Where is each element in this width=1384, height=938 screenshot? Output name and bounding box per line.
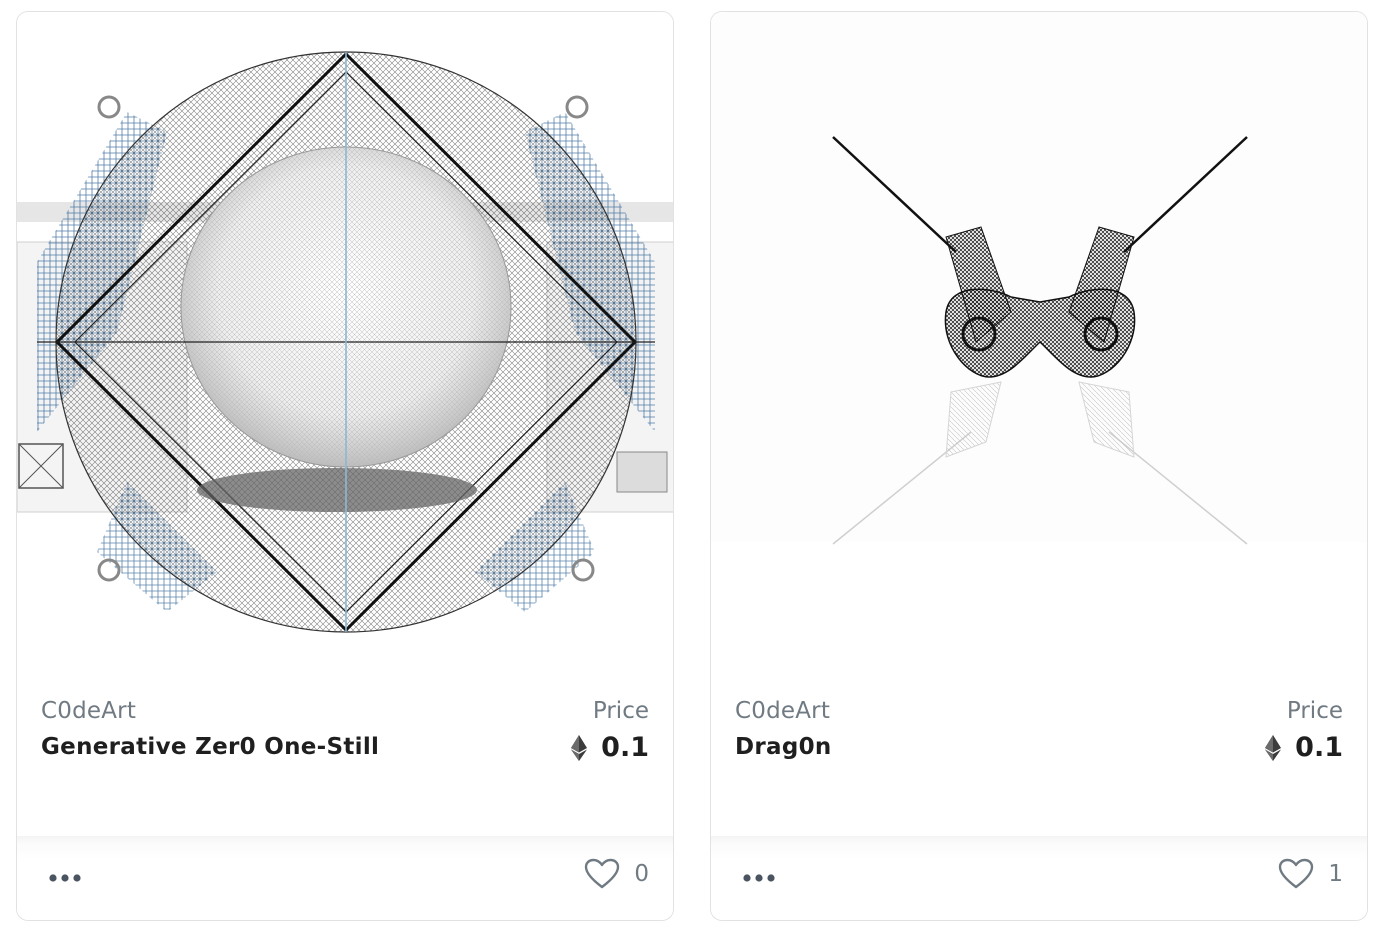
price: 0.1 [1265, 732, 1343, 763]
heart-icon[interactable] [584, 858, 620, 890]
artwork-image[interactable] [711, 12, 1367, 672]
nft-card[interactable]: C0deArt Generative Zer0 One-Still Price … [16, 11, 674, 921]
more-options-button[interactable] [45, 866, 85, 890]
ethereum-icon [1265, 734, 1282, 761]
nft-card[interactable]: C0deArt Drag0n Price 0.1 1 [710, 11, 1368, 921]
like-count: 0 [634, 861, 649, 887]
more-options-button[interactable] [739, 866, 779, 890]
price-value: 0.1 [1295, 732, 1343, 763]
creator-name[interactable]: C0deArt [735, 698, 830, 724]
creator-name[interactable]: C0deArt [41, 698, 136, 724]
nft-card-grid: C0deArt Generative Zer0 One-Still Price … [0, 0, 1384, 938]
likes: 0 [584, 858, 649, 890]
card-footer: 0 [17, 836, 673, 920]
ethereum-icon [571, 734, 588, 761]
artwork-image[interactable] [17, 12, 673, 672]
price-value: 0.1 [601, 732, 649, 763]
price: 0.1 [571, 732, 649, 763]
artwork-title[interactable]: Generative Zer0 One-Still [41, 734, 379, 760]
price-label: Price [592, 698, 649, 724]
price-label: Price [1286, 698, 1343, 724]
like-count: 1 [1328, 861, 1343, 887]
likes: 1 [1278, 858, 1343, 890]
artwork-title[interactable]: Drag0n [735, 734, 832, 760]
heart-icon[interactable] [1278, 858, 1314, 890]
card-footer: 1 [711, 836, 1367, 920]
card-info: C0deArt Drag0n Price 0.1 [711, 672, 1367, 838]
card-info: C0deArt Generative Zer0 One-Still Price … [17, 672, 673, 838]
